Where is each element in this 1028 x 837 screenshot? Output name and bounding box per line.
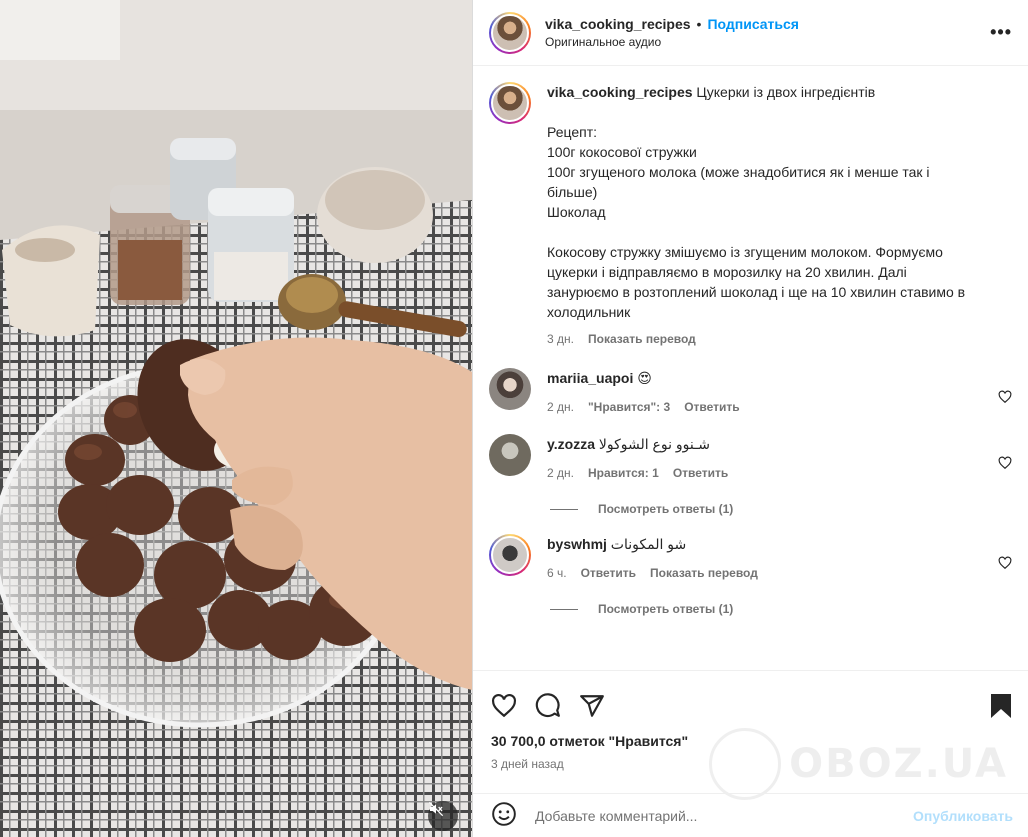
- view-replies-label: Посмотреть ответы (1): [598, 602, 734, 616]
- post-video[interactable]: [0, 0, 472, 837]
- comment-likes[interactable]: Нравится: 1: [588, 466, 659, 480]
- caption: vika_cooking_recipes Цукерки із двох інг…: [489, 82, 1012, 346]
- comment-item: y.zozza شـنوو نوع الشوكولا 2 дн. Нравитс…: [489, 434, 1012, 480]
- comment-username[interactable]: mariia_uapoi: [547, 370, 633, 386]
- reply-button[interactable]: Ответить: [581, 566, 636, 580]
- caption-translate-link[interactable]: Показать перевод: [588, 332, 696, 346]
- emoji-icon[interactable]: [491, 801, 517, 830]
- comment-like-icon[interactable]: [998, 390, 1012, 404]
- caption-username[interactable]: vika_cooking_recipes: [547, 84, 693, 100]
- commenter-avatar[interactable]: [489, 434, 531, 476]
- publish-button[interactable]: Опубликовать: [913, 808, 1013, 824]
- view-replies-button[interactable]: Посмотреть ответы (1): [550, 502, 1012, 516]
- comment-like-icon[interactable]: [998, 456, 1012, 470]
- view-replies-label: Посмотреть ответы (1): [598, 502, 734, 516]
- comment-time[interactable]: 2 дн.: [547, 400, 574, 414]
- comment-text: شـنوو نوع الشوكولا: [598, 436, 710, 452]
- comment-like-icon[interactable]: [998, 556, 1012, 570]
- comment-username[interactable]: byswhmj: [547, 536, 607, 552]
- author-username[interactable]: vika_cooking_recipes: [545, 16, 691, 32]
- separator-dot: •: [696, 16, 702, 32]
- share-icon[interactable]: [579, 693, 623, 722]
- post-side-panel: vika_cooking_recipes • Подписаться Ориги…: [472, 0, 1028, 837]
- comment-time[interactable]: 6 ч.: [547, 566, 567, 580]
- post-header: vika_cooking_recipes • Подписаться Ориги…: [473, 0, 1028, 66]
- comment-input[interactable]: Добавьте комментарий...: [535, 808, 913, 824]
- comment-item: mariia_uapoi 😍 2 дн. "Нравится": 3 Ответ…: [489, 368, 1012, 414]
- caption-avatar[interactable]: [489, 82, 531, 124]
- add-comment-bar: Добавьте комментарий... Опубликовать: [473, 793, 1028, 837]
- comment-username[interactable]: y.zozza: [547, 436, 595, 452]
- caption-title: Цукерки із двох інгредієнтів: [696, 84, 876, 100]
- commenter-avatar[interactable]: [489, 368, 531, 410]
- reply-button[interactable]: Ответить: [673, 466, 728, 480]
- replies-divider: [550, 508, 578, 510]
- comment-icon[interactable]: [535, 692, 579, 722]
- replies-divider: [550, 608, 578, 610]
- reply-button[interactable]: Ответить: [684, 400, 739, 414]
- mute-toggle-button[interactable]: [428, 801, 458, 831]
- post-modal: vika_cooking_recipes • Подписаться Ориги…: [0, 0, 1028, 837]
- comment-item: byswhmj شو المكونات 6 ч. Ответить Показа…: [489, 534, 1012, 580]
- bookmark-icon[interactable]: [989, 693, 1013, 722]
- comment-text: شو المكونات: [610, 536, 687, 552]
- comment-likes[interactable]: "Нравится": 3: [588, 400, 670, 414]
- comments-list[interactable]: vika_cooking_recipes Цукерки із двох інг…: [473, 66, 1028, 670]
- more-options-icon[interactable]: •••: [990, 22, 1012, 43]
- heart-icon[interactable]: [491, 693, 535, 722]
- author-avatar[interactable]: [489, 11, 531, 54]
- follow-button[interactable]: Подписаться: [707, 16, 799, 32]
- view-replies-button[interactable]: Посмотреть ответы (1): [550, 602, 1012, 616]
- globe-icon: [709, 728, 782, 800]
- commenter-avatar[interactable]: [489, 534, 531, 576]
- caption-time[interactable]: 3 дн.: [547, 332, 574, 346]
- watermark-text: OBOZ.UA: [789, 741, 1008, 787]
- video-frame-illustration: [0, 0, 472, 837]
- comment-text: 😍: [637, 370, 652, 386]
- audio-label[interactable]: Оригинальное аудио: [545, 35, 799, 49]
- oboz-watermark: OBOZ.UA: [709, 728, 1008, 800]
- comment-translate-link[interactable]: Показать перевод: [650, 566, 758, 580]
- comment-time[interactable]: 2 дн.: [547, 466, 574, 480]
- caption-body: Рецепт: 100г кокосової стружки 100г згущ…: [547, 124, 966, 320]
